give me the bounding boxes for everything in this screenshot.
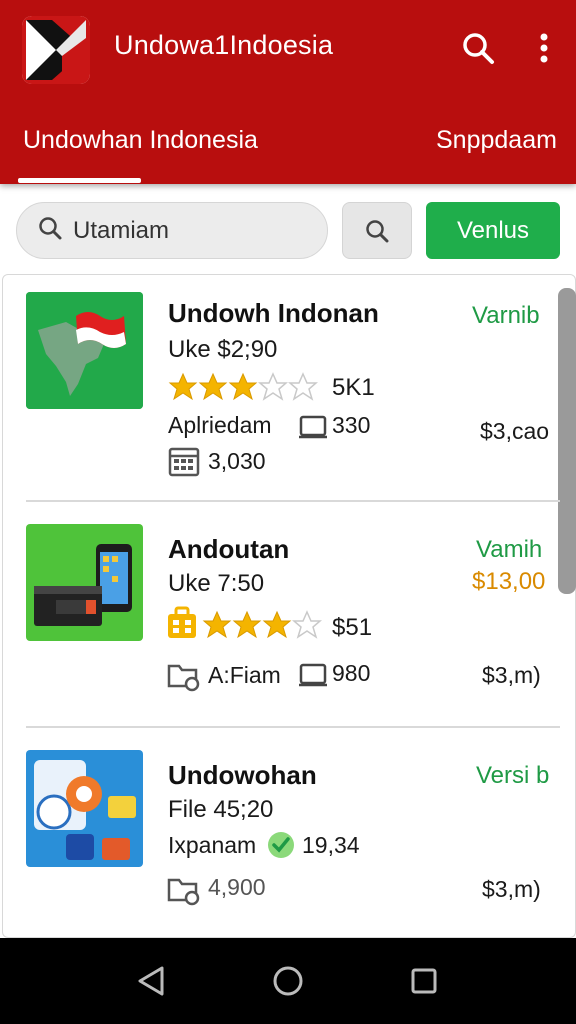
app-logo-icon[interactable] xyxy=(22,16,90,84)
search-field[interactable] xyxy=(16,202,328,259)
item-meta-count: 330 xyxy=(332,412,371,438)
recents-nav-icon[interactable] xyxy=(399,956,449,1006)
rating-count: 5K1 xyxy=(332,374,375,401)
rating-count: $51 xyxy=(332,614,373,641)
check-circle-icon xyxy=(266,830,296,865)
search-icon xyxy=(37,215,63,246)
item-tag: Varnib xyxy=(472,302,540,329)
rating-stars xyxy=(202,610,324,640)
home-nav-icon[interactable] xyxy=(263,956,313,1006)
divider xyxy=(26,726,560,728)
back-nav-icon[interactable] xyxy=(126,956,176,1006)
search-input[interactable] xyxy=(73,216,313,245)
list-item[interactable]: Undowohan File 45;20 Ixpanam 19,34 4,900… xyxy=(0,732,576,932)
tab-indonesia[interactable]: Undowhan Indonesia xyxy=(23,126,258,155)
item-name: Undowohan xyxy=(168,760,317,790)
item-subtitle: Uke $2;90 xyxy=(168,336,278,363)
devices-icon xyxy=(26,524,143,641)
item-price: $3,cao xyxy=(480,418,550,444)
app-title: Undowa1Indoesia xyxy=(114,30,334,60)
item-meta-label: A:Fiam xyxy=(208,662,281,688)
app-bar: Undowa1Indoesia Undowhan Indonesia Snppd… xyxy=(0,0,576,184)
folder-car-icon xyxy=(166,658,202,697)
venlus-button[interactable]: Venlus xyxy=(426,202,560,259)
search-icon xyxy=(366,219,389,242)
item-tag: Vamih xyxy=(476,536,543,563)
grid-icon xyxy=(168,446,200,483)
item-name: Andoutan xyxy=(168,534,290,564)
tab-indicator xyxy=(18,178,141,183)
item-meta-label: Aplriedam xyxy=(168,412,272,438)
item-meta-label: Ixpanam xyxy=(168,832,257,858)
item-subtitle: Uke 7:50 xyxy=(168,570,265,597)
item-meta-count: 19,34 xyxy=(302,832,360,858)
item-extra-count: 3,030 xyxy=(208,448,266,474)
item-subtitle: File 45;20 xyxy=(168,796,274,823)
item-tag: Versi b xyxy=(476,762,550,789)
tab-snppdaam[interactable]: Snppdaam xyxy=(436,126,557,155)
item-price: $3,m) xyxy=(482,876,541,902)
briefcase-icon xyxy=(166,606,198,645)
search-icon[interactable] xyxy=(458,28,498,68)
device-icon xyxy=(298,414,328,445)
item-price: $3,m) xyxy=(482,662,541,688)
item-extra-count: 4,900 xyxy=(208,874,266,900)
divider xyxy=(26,500,560,502)
search-button[interactable] xyxy=(342,202,412,259)
item-meta-count: 980 xyxy=(332,660,371,686)
list-item[interactable]: Undowh Indonan Uke $2;90 5K1 Aplriedam 3… xyxy=(0,278,576,478)
app-bundle-icon xyxy=(26,750,143,867)
folder-car-icon xyxy=(166,872,202,911)
more-vert-icon[interactable] xyxy=(524,28,564,68)
device-icon xyxy=(298,662,328,693)
map-flag-icon xyxy=(26,292,143,409)
item-name: Undowh Indonan xyxy=(168,298,379,328)
rating-stars xyxy=(168,372,318,402)
list-item[interactable]: Andoutan Uke 7:50 $51 A:Fiam 980 Vamih $… xyxy=(0,506,576,706)
system-nav-bar xyxy=(0,938,576,1024)
item-tag-price: $13,00 xyxy=(472,568,546,595)
